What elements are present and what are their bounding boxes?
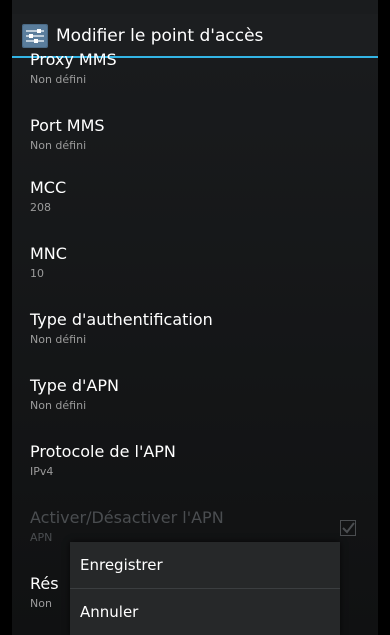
menu-item-cancel[interactable]: Annuler — [70, 589, 340, 635]
pref-title: Type d'APN — [30, 376, 119, 395]
settings-sliders-icon[interactable] — [22, 24, 48, 48]
page-title: Modifier le point d'accès — [56, 26, 264, 46]
pref-summary: Non défini — [30, 73, 87, 86]
pref-summary: Non défini — [30, 399, 87, 412]
pref-title: Type d'authentification — [30, 310, 213, 329]
pref-summary: Non défini — [30, 139, 87, 152]
pref-apn-protocol[interactable]: Protocole de l'APN IPv4 — [12, 436, 378, 502]
pref-mnc[interactable]: MNC 10 — [12, 238, 378, 304]
pref-title: MNC — [30, 244, 67, 263]
pref-proxy-mms[interactable]: Proxy MMS Non défini — [12, 50, 378, 106]
pref-title: Port MMS — [30, 116, 105, 135]
pref-apn-type[interactable]: Type d'APN Non défini — [12, 370, 378, 436]
options-menu: Enregistrer Annuler — [70, 542, 340, 635]
pref-summary: Non défini — [30, 333, 87, 346]
pref-title: MCC — [30, 178, 67, 197]
checkbox-checked-icon — [340, 520, 356, 536]
pref-summary: 10 — [30, 267, 44, 280]
pref-mcc[interactable]: MCC 208 — [12, 172, 378, 238]
pref-title: Proxy MMS — [30, 50, 117, 69]
pref-title: Activer/Désactiver l'APN — [30, 508, 224, 527]
pref-summary: IPv4 — [30, 465, 54, 478]
menu-item-save[interactable]: Enregistrer — [70, 542, 340, 588]
pref-summary: 208 — [30, 201, 51, 214]
pref-port-mms[interactable]: Port MMS Non défini — [12, 106, 378, 172]
pref-title: Protocole de l'APN — [30, 442, 176, 461]
pref-auth-type[interactable]: Type d'authentification Non défini — [12, 304, 378, 370]
apn-edit-screen: Modifier le point d'accès Proxy MMS Non … — [12, 0, 378, 635]
